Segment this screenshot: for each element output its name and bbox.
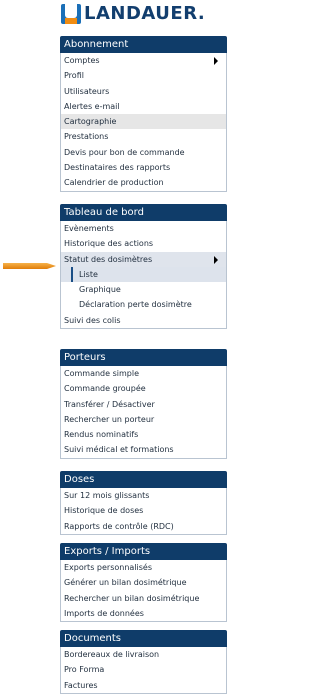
submenu-item-liste[interactable]: Liste bbox=[61, 266, 226, 283]
menu-item-evenements[interactable]: Evènements bbox=[61, 221, 226, 236]
menu-item-bordereaux[interactable]: Bordereaux de livraison bbox=[61, 647, 226, 662]
menu-item-prestations[interactable]: Prestations bbox=[61, 129, 226, 144]
menu-item-destinataires[interactable]: Destinataires des rapports bbox=[61, 160, 226, 175]
menu-item-alertes-email[interactable]: Alertes e-mail bbox=[61, 99, 226, 114]
menu-item-profil[interactable]: Profil bbox=[61, 68, 226, 83]
menu-item-generer-bilan[interactable]: Générer un bilan dosimétrique bbox=[61, 575, 226, 590]
menu-item-suivi-colis[interactable]: Suivi des colis bbox=[61, 313, 226, 328]
menu-item-commande-simple[interactable]: Commande simple bbox=[61, 366, 226, 381]
menu-item-pro-forma[interactable]: Pro Forma bbox=[61, 662, 226, 677]
section-header-exports-imports: Exports / Imports bbox=[60, 543, 227, 560]
section-header-tableau-de-bord: Tableau de bord bbox=[60, 204, 227, 221]
logo-mark-icon bbox=[61, 4, 81, 24]
menu-item-imports-donnees[interactable]: Imports de données bbox=[61, 606, 226, 621]
submenu-arrow-icon bbox=[214, 255, 218, 264]
menu-item-factures[interactable]: Factures bbox=[61, 678, 226, 693]
menu-item-cartographie[interactable]: Cartographie bbox=[61, 114, 226, 130]
landauer-logo[interactable]: LANDAUER. bbox=[61, 2, 227, 26]
menu-item-exports-personnalises[interactable]: Exports personnalisés bbox=[61, 560, 226, 575]
submenu-item-graphique[interactable]: Graphique bbox=[61, 282, 226, 297]
logo-text: LANDAUER. bbox=[84, 3, 206, 24]
menu-section-abonnement: Abonnement Comptes Profil Utilisateurs A… bbox=[60, 36, 227, 192]
menu-item-utilisateurs[interactable]: Utilisateurs bbox=[61, 84, 226, 99]
section-header-porteurs: Porteurs bbox=[60, 349, 227, 366]
submenu-arrow-icon bbox=[214, 57, 218, 65]
menu-item-comptes[interactable]: Comptes bbox=[61, 53, 226, 68]
section-header-documents: Documents bbox=[60, 630, 227, 647]
menu-section-exports-imports: Exports / Imports Exports personnalisés … bbox=[60, 543, 227, 623]
section-header-abonnement: Abonnement bbox=[60, 36, 227, 53]
menu-item-historique-actions[interactable]: Historique des actions bbox=[61, 236, 226, 251]
menu-item-rechercher-bilan[interactable]: Rechercher un bilan dosimétrique bbox=[61, 591, 226, 606]
menu-section-tableau-de-bord: Tableau de bord Evènements Historique de… bbox=[60, 204, 227, 330]
menu-item-12-mois[interactable]: Sur 12 mois glissants bbox=[61, 488, 226, 503]
menu-item-transferer[interactable]: Transférer / Désactiver bbox=[61, 397, 226, 412]
menu-item-statut-dosimetres[interactable]: Statut des dosimètres bbox=[61, 251, 226, 267]
submenu-item-declaration-perte[interactable]: Déclaration perte dosimètre bbox=[61, 297, 226, 312]
menu-item-rechercher-porteur[interactable]: Rechercher un porteur bbox=[61, 412, 226, 427]
section-header-doses: Doses bbox=[60, 471, 227, 488]
menu-section-documents: Documents Bordereaux de livraison Pro Fo… bbox=[60, 630, 227, 694]
menu-item-rapports-controle[interactable]: Rapports de contrôle (RDC) bbox=[61, 519, 226, 534]
menu-item-devis[interactable]: Devis pour bon de commande bbox=[61, 145, 226, 160]
menu-item-historique-doses[interactable]: Historique de doses bbox=[61, 503, 226, 518]
orange-pointer-arrow-icon bbox=[3, 263, 56, 269]
menu-section-doses: Doses Sur 12 mois glissants Historique d… bbox=[60, 471, 227, 535]
menu-item-suivi-medical[interactable]: Suivi médical et formations bbox=[61, 442, 226, 457]
menu-item-rendus-nominatifs[interactable]: Rendus nominatifs bbox=[61, 427, 226, 442]
menu-section-porteurs: Porteurs Commande simple Commande groupé… bbox=[60, 349, 227, 459]
menu-item-calendrier[interactable]: Calendrier de production bbox=[61, 175, 226, 190]
menu-item-commande-groupee[interactable]: Commande groupée bbox=[61, 381, 226, 396]
